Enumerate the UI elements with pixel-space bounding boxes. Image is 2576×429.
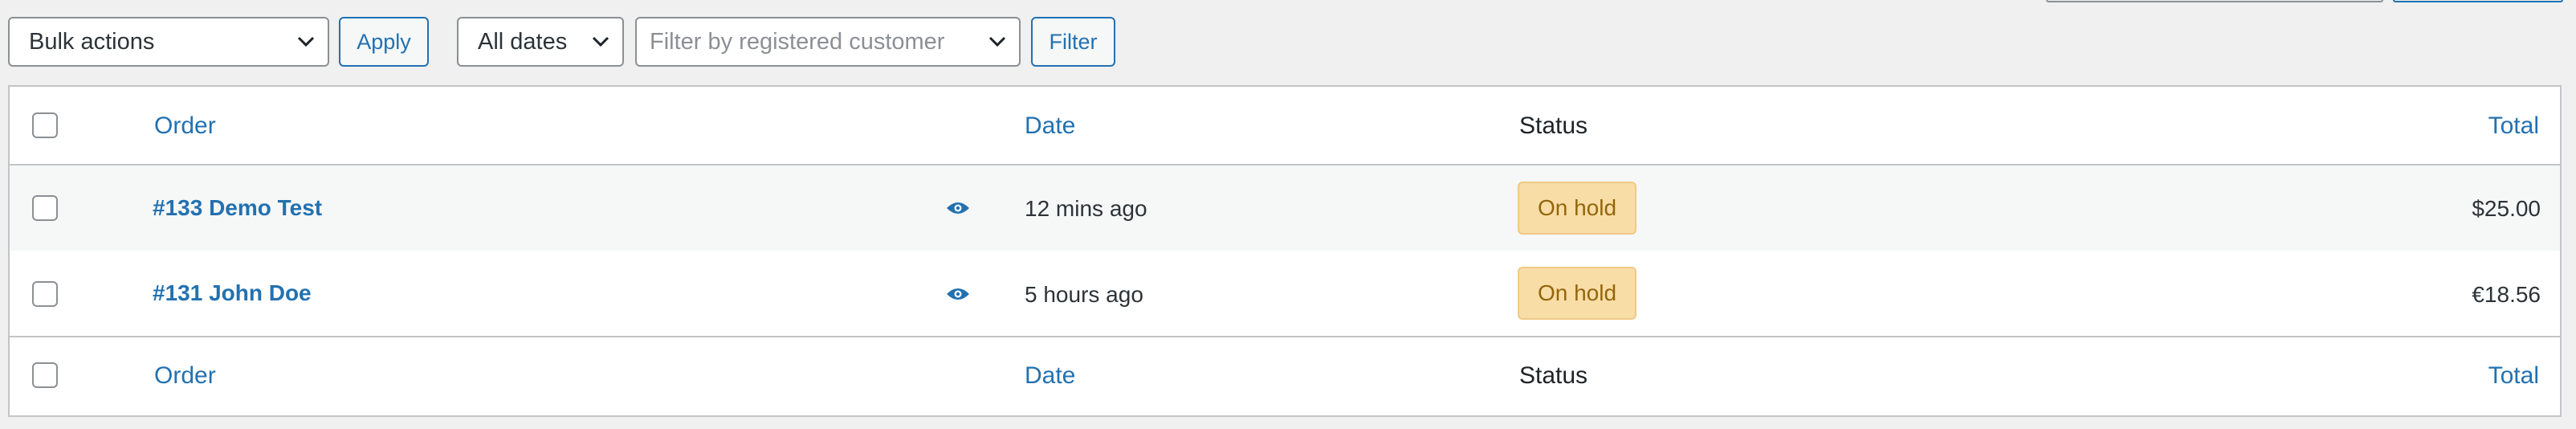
table-row[interactable]: #133 Demo Test 12 mins ago On hold $25.0… xyxy=(10,165,2560,251)
customer-filter-placeholder: Filter by registered customer xyxy=(650,29,945,55)
all-dates-select[interactable]: All dates xyxy=(457,17,624,67)
order-date: 12 mins ago xyxy=(1025,196,1147,221)
apply-button[interactable]: Apply xyxy=(339,17,429,67)
customer-filter-select[interactable]: Filter by registered customer xyxy=(635,17,1021,67)
order-link[interactable]: #133 Demo Test xyxy=(153,195,322,221)
status-badge: On hold xyxy=(1518,182,1636,235)
bulk-actions-label: Bulk actions xyxy=(29,29,155,55)
column-footer-order[interactable]: Order xyxy=(154,362,216,390)
select-all-checkbox[interactable] xyxy=(32,112,58,138)
column-footer-total[interactable]: Total xyxy=(2488,362,2539,390)
order-total: $25.00 xyxy=(2472,196,2541,221)
order-date: 5 hours ago xyxy=(1025,282,1143,307)
chevron-down-icon xyxy=(988,36,1006,47)
eye-icon[interactable] xyxy=(946,200,970,216)
filter-button[interactable]: Filter xyxy=(1031,17,1115,67)
status-badge: On hold xyxy=(1518,267,1636,320)
row-checkbox[interactable] xyxy=(32,281,58,307)
column-header-date[interactable]: Date xyxy=(1025,112,1075,140)
column-footer-status: Status xyxy=(1519,362,1588,389)
table-row[interactable]: #131 John Doe 5 hours ago On hold €18.56 xyxy=(10,251,2560,336)
table-header-row: Order Date Status Total xyxy=(10,87,2560,165)
orders-table: Order Date Status Total #133 Demo Test 1… xyxy=(8,85,2562,417)
order-link[interactable]: #131 John Doe xyxy=(153,280,312,306)
column-header-total[interactable]: Total xyxy=(2488,112,2539,140)
row-checkbox[interactable] xyxy=(32,195,58,221)
all-dates-label: All dates xyxy=(478,29,568,55)
chevron-down-icon xyxy=(592,36,609,47)
chevron-down-icon xyxy=(297,36,315,47)
column-header-status: Status xyxy=(1519,112,1588,139)
order-total: €18.56 xyxy=(2472,282,2541,307)
top-field-edge xyxy=(2046,0,2383,2)
select-all-checkbox-footer[interactable] xyxy=(32,362,58,388)
top-button-edge xyxy=(2393,0,2563,2)
column-footer-date[interactable]: Date xyxy=(1025,362,1075,390)
table-footer-row: Order Date Status Total xyxy=(10,336,2560,417)
eye-icon[interactable] xyxy=(946,286,970,302)
bulk-actions-select[interactable]: Bulk actions xyxy=(8,17,329,67)
column-header-order[interactable]: Order xyxy=(154,112,216,140)
